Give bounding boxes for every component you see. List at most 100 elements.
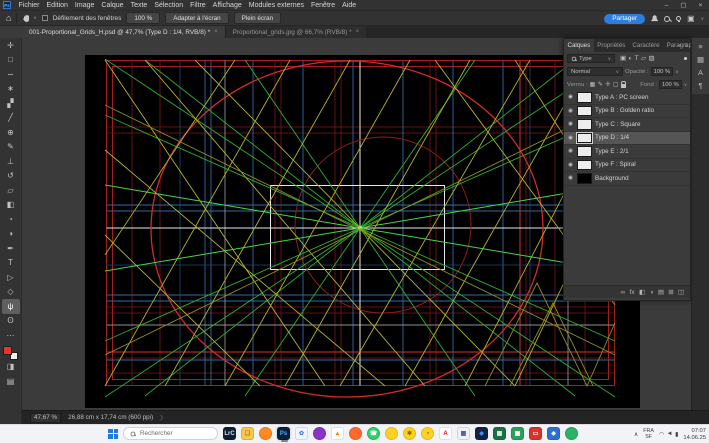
tab-close-icon[interactable]: × — [356, 29, 360, 35]
menu-texte[interactable]: Texte — [127, 0, 151, 11]
filter-adjustment-icon[interactable]: ◐ — [628, 55, 632, 62]
app-file-explorer[interactable]: ❏ — [241, 427, 254, 440]
visibility-eye-icon[interactable]: ◉ — [567, 135, 574, 141]
fullscreen-button[interactable]: Plein écran — [234, 12, 282, 24]
dock-character-icon[interactable]: A — [692, 66, 709, 79]
pen-tool[interactable]: ✒ — [2, 241, 20, 256]
gradient-tool[interactable]: ◧ — [2, 198, 20, 213]
layer-type-e[interactable]: ◉ Type E : 2/1 — [564, 145, 690, 159]
object-selection-tool[interactable]: ∗ — [2, 82, 20, 97]
app-blue[interactable]: ◈ — [547, 427, 560, 440]
clock[interactable]: 07:07 14.06.25 — [683, 428, 706, 441]
dock-libraries-icon[interactable]: ▦ — [692, 53, 709, 66]
menu-modules-externes[interactable]: Modules externes — [245, 0, 307, 11]
layer-type-f[interactable]: ◉ Type F : Spiral — [564, 159, 690, 173]
notifications-bell-icon[interactable] — [651, 15, 658, 22]
filter-pixel-icon[interactable]: ▣ — [620, 55, 626, 62]
panel-tab-calques[interactable]: Calques — [564, 39, 594, 52]
shape-tool[interactable]: ◇ — [2, 285, 20, 300]
hand-tool[interactable]: ψ — [2, 299, 20, 314]
link-layers-icon[interactable]: ∞ — [621, 289, 626, 296]
menu-fichier[interactable]: Fichier — [15, 0, 43, 11]
visibility-eye-icon[interactable]: ◉ — [567, 121, 574, 127]
canvas-document[interactable] — [85, 55, 640, 408]
visibility-eye-icon[interactable]: ◉ — [567, 175, 574, 181]
app-green-circle[interactable] — [565, 427, 578, 440]
menu-affichage[interactable]: Affichage — [209, 0, 245, 11]
fit-screen-button[interactable]: Adapter à l'écran — [165, 12, 228, 24]
layer-mask-icon[interactable]: ◧ — [639, 289, 645, 296]
menu-edition[interactable]: Edition — [43, 0, 71, 11]
app-orange[interactable] — [349, 427, 362, 440]
quick-mask-button[interactable]: ◨ — [2, 360, 20, 375]
app-lightroom-classic[interactable]: LrC — [223, 427, 236, 440]
tray-status-icons[interactable]: ◠ ◄ ▮ — [659, 431, 679, 438]
app-photoshop[interactable]: Ps — [277, 427, 290, 440]
filter-type-select[interactable]: Type ∨ — [567, 54, 615, 63]
start-button[interactable] — [108, 429, 118, 439]
layer-thumbnail[interactable] — [577, 119, 592, 130]
visibility-eye-icon[interactable]: ◉ — [567, 94, 574, 100]
app-green-2[interactable]: ▦ — [511, 427, 524, 440]
menu-filtre[interactable]: Filtre — [187, 0, 210, 11]
visibility-eye-icon[interactable]: ◉ — [567, 162, 574, 168]
lock-transparency-icon[interactable]: ▦ — [590, 81, 596, 88]
tab-close-icon[interactable]: × — [214, 29, 218, 35]
taskbar-search[interactable]: Rechercher — [123, 427, 218, 440]
workspace-layout-icon[interactable]: ▣ — [687, 14, 695, 23]
scroll-all-windows-checkbox[interactable] — [42, 15, 48, 21]
app-red[interactable]: ▭ — [529, 427, 542, 440]
crop-tool[interactable]: ▞ — [2, 96, 20, 111]
app-photos[interactable]: ✿ — [295, 427, 308, 440]
app-firefox[interactable] — [259, 427, 272, 440]
app-vlc[interactable]: ▲ — [331, 427, 344, 440]
layer-type-b[interactable]: ◉ Type B : Golden ratio — [564, 105, 690, 119]
filter-type-icon[interactable]: T — [635, 55, 639, 62]
home-icon[interactable]: ⌂ — [6, 13, 11, 23]
minimize-button[interactable]: – — [658, 0, 675, 11]
layer-thumbnail[interactable] — [577, 146, 592, 157]
history-brush-tool[interactable]: ↺ — [2, 169, 20, 184]
zoom-tool[interactable]: ʘ — [2, 314, 20, 329]
clone-stamp-tool[interactable]: ⊥ — [2, 154, 20, 169]
chevron-down-icon[interactable]: ∨ — [675, 69, 678, 75]
lasso-tool[interactable]: ∽ — [2, 67, 20, 82]
app-dark-blue[interactable]: ◆ — [475, 427, 488, 440]
app-yellow-2[interactable]: ✱ — [403, 427, 416, 440]
path-selection-tool[interactable]: ▷ — [2, 270, 20, 285]
filter-shape-icon[interactable]: ▱ — [641, 55, 646, 62]
discover-lightbulb-icon[interactable] — [676, 16, 681, 21]
chevron-down-icon[interactable]: ∨ — [684, 82, 687, 88]
visibility-eye-icon[interactable]: ◉ — [567, 148, 574, 154]
panel-tab-proprietes[interactable]: Propriétés — [594, 39, 629, 52]
panel-more-icon[interactable]: » — [678, 43, 681, 49]
filter-smart-object-icon[interactable]: ▨ — [648, 55, 654, 62]
app-acrobat[interactable]: A — [439, 427, 452, 440]
new-group-icon[interactable]: ▤ — [658, 289, 664, 296]
lock-pixels-icon[interactable]: ✎ — [598, 81, 603, 88]
screen-mode-button[interactable]: ▤ — [2, 374, 20, 389]
layer-type-d[interactable]: ◉ Type D : 1/4 — [564, 132, 690, 146]
blur-tool[interactable]: ◔ — [2, 212, 20, 227]
maximize-button[interactable]: ▢ — [675, 0, 692, 11]
layer-style-icon[interactable]: fx — [630, 289, 635, 296]
lock-position-icon[interactable]: ✛ — [605, 81, 610, 88]
zoom-level[interactable]: 47,67 % — [30, 413, 61, 423]
adjustment-layer-icon[interactable]: ◑ — [650, 289, 654, 296]
layer-type-a[interactable]: ◉ Type A : PC screen — [564, 91, 690, 105]
menu-selection[interactable]: Sélection — [151, 0, 187, 11]
app-yellow-3[interactable]: ◔ — [421, 427, 434, 440]
menu-fenetre[interactable]: Fenêtre — [308, 0, 339, 11]
app-whatsapp[interactable]: ☎ — [367, 427, 380, 440]
layer-thumbnail[interactable] — [577, 173, 592, 184]
menu-aide[interactable]: Aide — [339, 0, 360, 11]
layer-background[interactable]: ◉ Background — [564, 172, 690, 186]
dodge-tool[interactable]: ◑ — [2, 227, 20, 242]
brush-tool[interactable]: ✎ — [2, 140, 20, 155]
app-yellow-1[interactable] — [385, 427, 398, 440]
foreground-color-swatch[interactable] — [3, 346, 12, 355]
layer-thumbnail[interactable] — [577, 160, 592, 171]
new-layer-icon[interactable]: ⊞ — [668, 289, 673, 296]
tab-proportional-grids-jpg[interactable]: Proportional_grids.jpg @ 66,7% (RVB/8) *… — [226, 26, 368, 38]
layer-type-c[interactable]: ◉ Type C : Square — [564, 118, 690, 132]
